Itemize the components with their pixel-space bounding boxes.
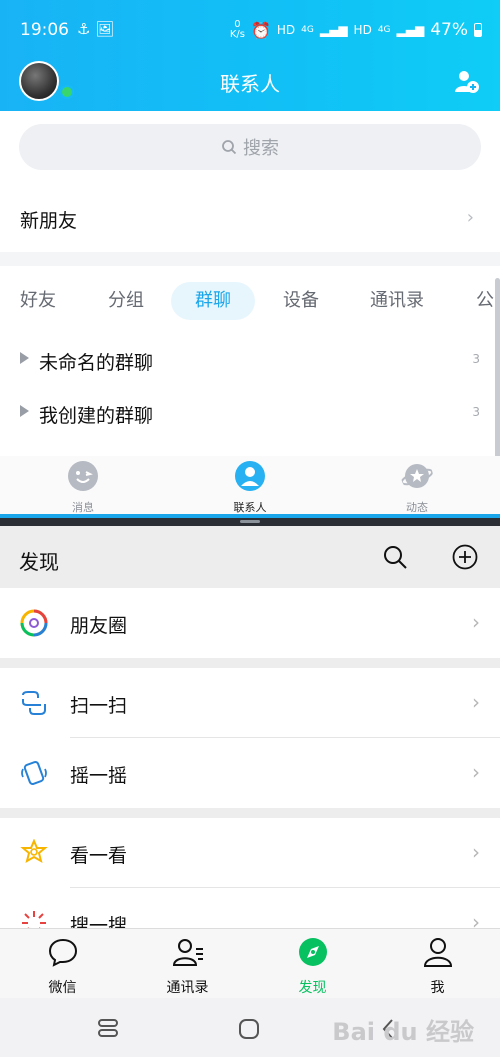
signal-icon-2: ▂▄▆ [396, 23, 425, 37]
group-label: 未命名的群聊 [39, 352, 154, 374]
net-label-1: 4G [301, 25, 314, 35]
chevron-right-icon: › [472, 840, 480, 864]
status-bar: 19:06 ⚓ 🖼 0 K/s ⏰ HD 4G ▂▄▆ HD 4G ▂▄▆ 47… [0, 14, 500, 48]
split-screen-divider[interactable] [0, 514, 500, 526]
chevron-right-icon: › [466, 207, 474, 228]
scrollbar[interactable] [495, 278, 500, 468]
search-icon [222, 140, 237, 155]
system-nav-bar: Bai du 经验 [0, 998, 500, 1057]
menu-label: 朋友圈 [70, 615, 128, 637]
qq-tab-contacts[interactable]: 联系人 [200, 460, 300, 515]
notification-icons: ⚓ 🖼 [77, 20, 115, 38]
menu-item-top-stories[interactable]: 看一看 › [0, 818, 500, 888]
group-label: 我创建的群聊 [39, 405, 154, 427]
wx-tab-chats[interactable]: 微信 [0, 937, 125, 997]
tab-devices[interactable]: 设备 [283, 282, 319, 320]
menu-label: 看一看 [70, 845, 128, 867]
page-title: 发现 [19, 550, 59, 574]
menu-label: 扫一扫 [70, 695, 128, 717]
wx-tab-label: 微信 [48, 980, 77, 996]
qq-tab-label: 联系人 [233, 501, 267, 514]
list-item[interactable]: 我创建的群聊 3 [0, 391, 500, 439]
list-item[interactable]: 未命名的群聊 3 [0, 338, 500, 386]
group-count: 3 [472, 405, 480, 419]
chevron-right-icon: › [472, 760, 480, 784]
battery-icon [474, 23, 482, 37]
wx-tab-me[interactable]: 我 [375, 937, 500, 997]
wx-tab-contacts[interactable]: 通讯录 [125, 937, 250, 997]
tab-groups[interactable]: 分组 [108, 282, 144, 320]
add-circle-icon[interactable] [452, 544, 478, 570]
menu-label: 摇一摇 [70, 765, 128, 787]
contact-tabs: 好友 分组 群聊 设备 通讯录 公 [0, 276, 500, 326]
wx-tab-label: 通讯录 [166, 980, 209, 996]
wechat-header: 发现 [0, 526, 500, 588]
contacts-person-icon [235, 461, 265, 491]
divider-grip[interactable] [240, 520, 260, 523]
moments-aperture-icon [20, 609, 48, 637]
new-friends-label: 新朋友 [20, 210, 78, 232]
signal-icon-1: ▂▄▆ [319, 23, 348, 37]
menu-item-shake[interactable]: 摇一摇 › [0, 738, 500, 808]
section-gap [0, 252, 500, 266]
status-right: 0 K/s ⏰ HD 4G ▂▄▆ HD 4G ▂▄▆ 47% [230, 20, 482, 40]
expand-triangle-icon [20, 352, 29, 364]
wx-tab-discover[interactable]: 发现 [250, 937, 375, 997]
scan-icon [22, 691, 46, 715]
chevron-right-icon: › [472, 690, 480, 714]
chat-bubble-icon [48, 938, 77, 967]
tab-public[interactable]: 公 [476, 282, 494, 320]
shake-phone-icon [21, 761, 47, 785]
qq-tab-messages[interactable]: 消息 [33, 460, 133, 515]
qq-tab-moments[interactable]: 动态 [367, 460, 467, 515]
search-placeholder: 搜索 [243, 138, 279, 159]
tab-friends[interactable]: 好友 [20, 282, 56, 320]
qq-tab-bar: 消息 联系人 动态 [0, 456, 500, 514]
net-label-2: 4G [377, 25, 391, 35]
hd-label-1: HD [276, 23, 296, 37]
planet-star-icon [400, 464, 434, 488]
page-title: 联系人 [220, 72, 280, 96]
alarm-icon: ⏰ [250, 20, 271, 40]
search-icon[interactable] [382, 544, 408, 570]
net-speed: 0 K/s [229, 19, 245, 40]
battery-percent: 47% [430, 20, 468, 40]
status-time: 19:06 [20, 20, 69, 40]
wx-tab-label: 发现 [298, 980, 327, 996]
group-count: 3 [472, 352, 480, 366]
me-person-icon [423, 938, 452, 967]
hd-label-2: HD [353, 23, 372, 37]
home-icon[interactable] [238, 1018, 260, 1040]
qq-contacts-screen: 19:06 ⚓ 🖼 0 K/s ⏰ HD 4G ▂▄▆ HD 4G ▂▄▆ 47… [0, 0, 500, 517]
add-contact-icon[interactable] [454, 68, 480, 94]
top-stories-icon [20, 839, 48, 864]
wechat-tab-bar: 微信 通讯录 发现 我 [0, 928, 500, 998]
search-input[interactable]: 搜索 [19, 124, 481, 170]
chevron-right-icon: › [472, 610, 480, 634]
qq-tab-label: 动态 [406, 501, 428, 514]
tab-group-chats[interactable]: 群聊 [171, 282, 255, 320]
wx-tab-label: 我 [430, 980, 445, 996]
expand-triangle-icon [20, 405, 29, 417]
recent-apps-icon[interactable] [97, 1018, 119, 1038]
message-face-icon [68, 461, 98, 491]
watermark-logo: Bai du 经验 [332, 1018, 474, 1046]
qq-header: 19:06 ⚓ 🖼 0 K/s ⏰ HD 4G ▂▄▆ HD 4G ▂▄▆ 47… [0, 0, 500, 111]
contacts-icon [172, 939, 203, 966]
tab-address-book[interactable]: 通讯录 [370, 282, 424, 320]
menu-item-scan[interactable]: 扫一扫 › [0, 668, 500, 738]
new-friends-row[interactable]: 新朋友 › [0, 190, 500, 248]
qq-tab-label: 消息 [72, 501, 94, 514]
compass-icon [298, 938, 327, 966]
menu-item-moments[interactable]: 朋友圈 › [0, 588, 500, 658]
